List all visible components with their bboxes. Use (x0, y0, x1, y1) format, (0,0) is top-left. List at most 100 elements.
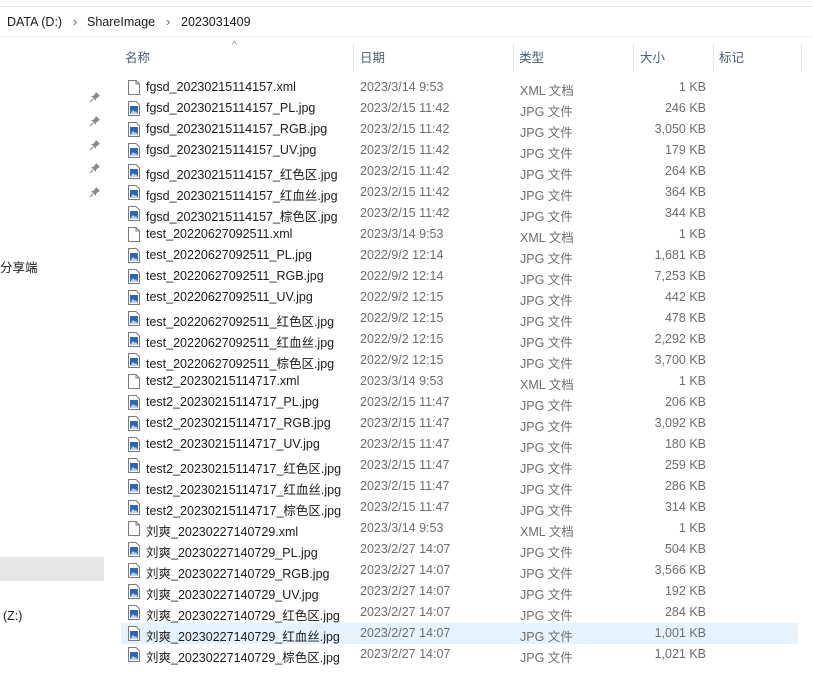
pin-icon[interactable] (89, 115, 101, 127)
file-size: 7,253 KB (654, 269, 706, 283)
file-date: 2023/2/15 11:42 (360, 101, 450, 115)
file-row[interactable]: test_20220627092511_红血丝.jpg 2022/9/2 12:1… (121, 329, 798, 350)
file-size: 3,700 KB (654, 353, 706, 367)
file-date: 2022/9/2 12:15 (360, 290, 444, 304)
file-row[interactable]: fgsd_20230215114157_UV.jpg 2023/2/15 11:4… (121, 140, 798, 161)
file-type: XML 文档 (520, 378, 574, 392)
file-name: 刘爽_20230227140729_棕色区.jpg (146, 651, 340, 665)
file-type: XML 文档 (520, 84, 574, 98)
breadcrumb-chevron-icon[interactable]: › (73, 14, 77, 29)
file-row[interactable]: test2_20230215114717.xml 2023/3/14 9:53 XM… (121, 371, 798, 392)
file-name: 刘爽_20230227140729.xml (146, 525, 299, 539)
column-divider[interactable] (633, 44, 634, 72)
file-row[interactable]: 刘爽_20230227140729_PL.jpg 2023/2/27 14:07 J… (121, 539, 798, 560)
breadcrumb-folder-shareimage[interactable]: ShareImage (87, 15, 155, 29)
file-row[interactable]: 刘爽_20230227140729_RGB.jpg 2023/2/27 14:07… (121, 560, 798, 581)
file-row[interactable]: test2_20230215114717_红色区.jpg 2023/2/15 11… (121, 455, 798, 476)
file-date: 2023/2/27 14:07 (360, 584, 451, 598)
file-size: 504 KB (664, 542, 706, 556)
sort-ascending-icon: ^ (232, 40, 237, 51)
file-row[interactable]: test_20220627092511_RGB.jpg 2022/9/2 12:1… (121, 266, 798, 287)
image-file-icon (128, 311, 140, 326)
xml-file-icon (128, 374, 140, 389)
file-row[interactable]: test2_20230215114717_棕色区.jpg 2023/2/15 11… (121, 497, 798, 518)
image-file-icon (128, 206, 140, 221)
breadcrumb-drive[interactable]: DATA (D:) (7, 15, 62, 29)
file-row[interactable]: test_20220627092511.xml 2023/3/14 9:53 XML… (121, 224, 798, 245)
column-header-tag[interactable]: 标记 (719, 44, 744, 72)
nav-item-z-drive[interactable]: (Z:) (3, 609, 22, 623)
file-type: JPG 文件 (520, 336, 573, 350)
column-header-name[interactable]: 名称 (125, 44, 150, 72)
file-row[interactable]: fgsd_20230215114157.xml 2023/3/14 9:53 XML… (121, 77, 798, 98)
file-size: 1 KB (678, 80, 706, 94)
image-file-icon (128, 500, 140, 515)
file-type: XML 文档 (520, 231, 574, 245)
file-type: JPG 文件 (520, 252, 573, 266)
file-type: JPG 文件 (520, 462, 573, 476)
file-size: 3,050 KB (654, 122, 706, 136)
file-date: 2023/2/15 11:47 (360, 479, 450, 493)
file-row[interactable]: test_20220627092511_红色区.jpg 2022/9/2 12:1… (121, 308, 798, 329)
file-row[interactable]: fgsd_20230215114157_棕色区.jpg 2023/2/15 11:… (121, 203, 798, 224)
file-type: JPG 文件 (520, 567, 573, 581)
file-type: JPG 文件 (520, 294, 573, 308)
file-row[interactable]: test2_20230215114717_UV.jpg 2023/2/15 11:… (121, 434, 798, 455)
column-divider[interactable] (713, 44, 714, 72)
file-type: JPG 文件 (520, 273, 573, 287)
file-date: 2023/2/27 14:07 (360, 542, 451, 556)
file-name: 刘爽_20230227140729_红血丝.jpg (146, 630, 340, 644)
file-type: JPG 文件 (520, 441, 573, 455)
column-divider[interactable] (353, 44, 354, 72)
file-row[interactable]: fgsd_20230215114157_红色区.jpg 2023/2/15 11:… (121, 161, 798, 182)
file-row[interactable]: 刘爽_20230227140729.xml 2023/3/14 9:53 XML 文… (121, 518, 798, 539)
file-row[interactable]: 刘爽_20230227140729_UV.jpg 2023/2/27 14:07 J… (121, 581, 798, 602)
column-divider[interactable] (513, 44, 514, 72)
column-header-size[interactable]: 大小 (640, 44, 665, 72)
file-type: JPG 文件 (520, 546, 573, 560)
file-name: test2_20230215114717_红血丝.jpg (146, 483, 342, 497)
pin-icon[interactable] (89, 139, 101, 151)
nav-item-share[interactable]: 分享端 (0, 257, 38, 276)
file-date: 2022/9/2 12:15 (360, 353, 444, 367)
breadcrumb-chevron-icon[interactable]: › (166, 14, 170, 29)
column-header-date[interactable]: 日期 (360, 44, 385, 72)
file-size: 286 KB (664, 479, 706, 493)
pin-icon[interactable] (89, 162, 101, 174)
image-file-icon (128, 437, 140, 452)
file-row[interactable]: fgsd_20230215114157_PL.jpg 2023/2/15 11:4… (121, 98, 798, 119)
file-row[interactable]: 刘爽_20230227140729_棕色区.jpg 2023/2/27 14:07… (121, 644, 798, 665)
file-row[interactable]: test_20220627092511_UV.jpg 2022/9/2 12:15… (121, 287, 798, 308)
file-name: test2_20230215114717.xml (146, 374, 300, 388)
image-file-icon (128, 164, 140, 179)
file-size: 246 KB (664, 101, 706, 115)
file-row[interactable]: fgsd_20230215114157_红血丝.jpg 2023/2/15 11:… (121, 182, 798, 203)
file-date: 2023/2/15 11:47 (360, 437, 450, 451)
address-bar[interactable]: DATA (D:) › ShareImage › 2023031409 (0, 7, 813, 37)
file-row[interactable]: test2_20230215114717_PL.jpg 2023/2/15 11:… (121, 392, 798, 413)
file-row[interactable]: test2_20230215114717_RGB.jpg 2023/2/15 11… (121, 413, 798, 434)
file-row[interactable]: test2_20230215114717_红血丝.jpg 2023/2/15 11… (121, 476, 798, 497)
breadcrumb-folder-current[interactable]: 2023031409 (181, 15, 251, 29)
file-size: 1,001 KB (654, 626, 706, 640)
file-type: JPG 文件 (520, 357, 573, 371)
pin-icon[interactable] (89, 91, 101, 103)
file-row[interactable]: test_20220627092511_棕色区.jpg 2022/9/2 12:1… (121, 350, 798, 371)
file-type: JPG 文件 (520, 168, 573, 182)
image-file-icon (128, 563, 140, 578)
file-size: 344 KB (664, 206, 706, 220)
column-divider[interactable] (801, 44, 802, 72)
file-name: 刘爽_20230227140729_红色区.jpg (146, 609, 340, 623)
nav-item-selected[interactable] (0, 557, 104, 581)
file-size: 179 KB (664, 143, 706, 157)
file-size: 180 KB (664, 437, 706, 451)
file-type: XML 文档 (520, 525, 574, 539)
file-row[interactable]: test_20220627092511_PL.jpg 2022/9/2 12:14… (121, 245, 798, 266)
pin-icon[interactable] (89, 186, 101, 198)
file-row[interactable]: fgsd_20230215114157_RGB.jpg 2023/2/15 11:… (121, 119, 798, 140)
file-row[interactable]: 刘爽_20230227140729_红色区.jpg 2023/2/27 14:07… (121, 602, 798, 623)
file-name: 刘爽_20230227140729_RGB.jpg (146, 567, 330, 581)
image-file-icon (128, 248, 140, 263)
column-header-type[interactable]: 类型 (519, 44, 544, 72)
file-row[interactable]: 刘爽_20230227140729_红血丝.jpg 2023/2/27 14:07… (121, 623, 798, 644)
